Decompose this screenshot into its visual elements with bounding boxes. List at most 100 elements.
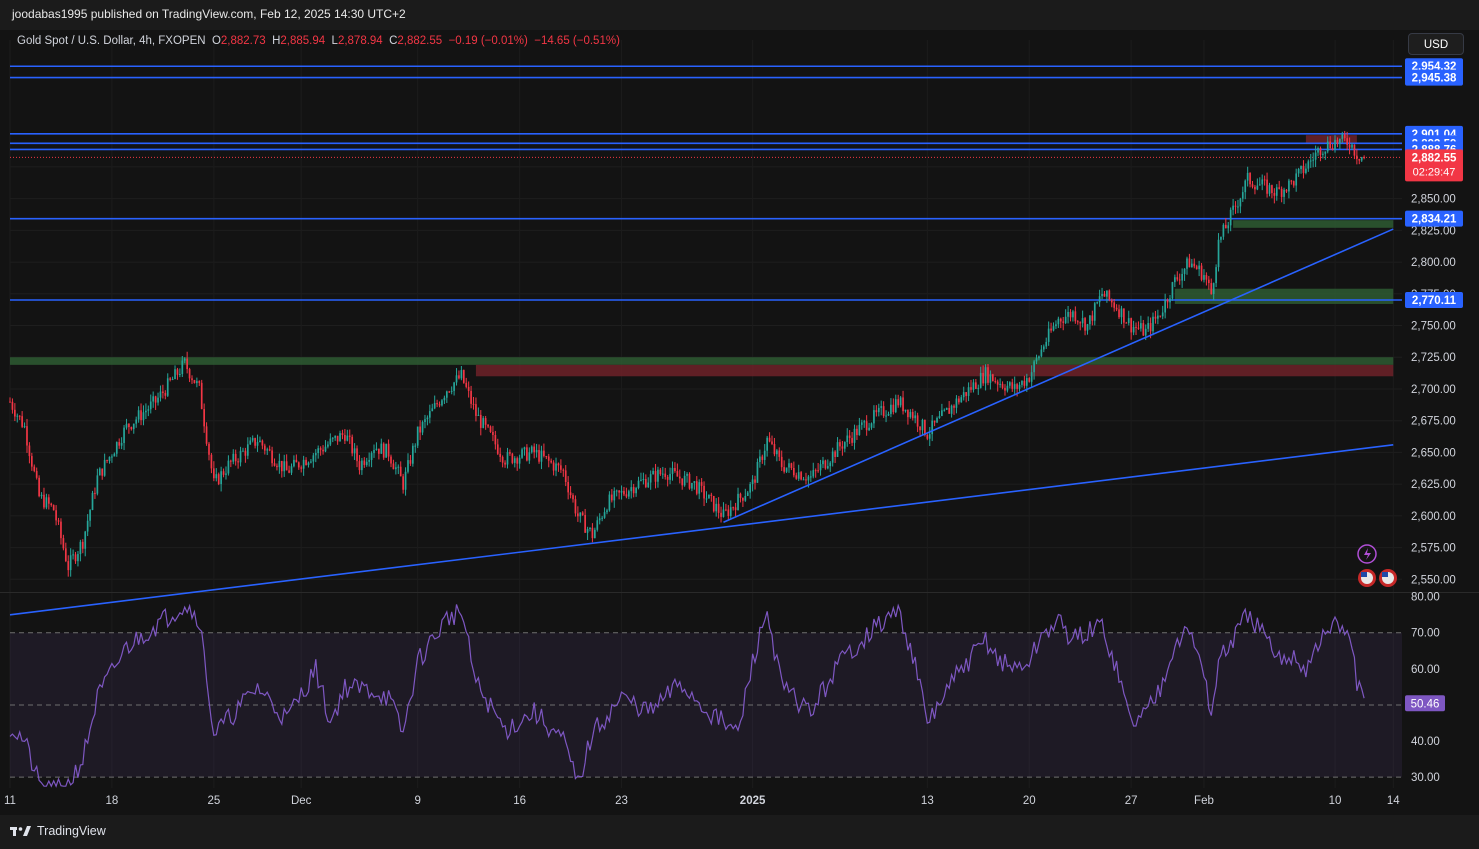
candle-up — [450, 390, 453, 392]
candle-up — [513, 458, 516, 463]
candle-up — [1295, 173, 1298, 186]
candle-down — [526, 447, 528, 461]
candle-up — [361, 460, 363, 471]
candle-up — [171, 379, 174, 381]
brand-label: TradingView — [37, 824, 106, 838]
level-price-tag: 2,945.38 — [1412, 73, 1457, 85]
candle-up — [887, 413, 890, 416]
candle-down — [1103, 293, 1106, 297]
candle-down — [569, 492, 572, 496]
candle-up — [1229, 209, 1232, 226]
candle-down — [761, 456, 764, 460]
candle-down — [674, 467, 676, 472]
candle-up — [759, 456, 761, 463]
candle-up — [594, 529, 596, 539]
candle-down — [771, 441, 773, 445]
candle-down — [470, 390, 472, 404]
level-price-tag: 2,834.21 — [1412, 214, 1457, 226]
candle-up — [776, 450, 778, 455]
candle-down — [1348, 144, 1351, 148]
candle-up — [1241, 192, 1244, 199]
candle-up — [239, 450, 242, 463]
candle-up — [615, 490, 618, 492]
currency-button[interactable]: USD — [1408, 33, 1464, 55]
candle-down — [780, 456, 783, 468]
candle-down — [839, 442, 841, 447]
open-value: 2,882.73 — [220, 35, 266, 47]
candle-up — [353, 448, 356, 454]
candle-up — [877, 407, 880, 413]
candle-down — [263, 445, 266, 451]
symbol-name: Gold Spot / U.S. Dollar, 4h, FXOPEN — [17, 35, 206, 47]
candle-down — [188, 369, 191, 379]
candle-up — [397, 466, 400, 468]
candle-up — [637, 480, 640, 488]
candle-up — [79, 541, 82, 555]
candle-up — [860, 422, 863, 425]
candle-down — [926, 435, 929, 439]
candle-up — [826, 466, 829, 469]
candle-up — [317, 448, 320, 454]
candle-down — [1154, 316, 1157, 319]
candle-down — [581, 512, 584, 515]
candle-down — [1125, 322, 1128, 324]
candle-up — [1169, 298, 1171, 303]
candle-up — [649, 474, 652, 483]
candle-down — [288, 470, 290, 473]
candle-down — [472, 403, 475, 405]
candle-down — [533, 446, 536, 453]
candle-up — [945, 407, 948, 410]
candle-up — [1334, 139, 1336, 150]
candle-up — [152, 396, 155, 402]
candle-up — [914, 415, 917, 419]
candle-down — [720, 512, 722, 517]
candle-up — [1300, 165, 1302, 170]
candle-down — [623, 490, 625, 495]
candle-up — [613, 490, 616, 501]
candle-up — [960, 397, 963, 403]
tradingview-brand[interactable]: TradingView — [10, 824, 106, 838]
candle-up — [426, 417, 429, 420]
candle-up — [1013, 384, 1016, 389]
candle-up — [324, 446, 327, 452]
candle-down — [101, 468, 104, 476]
candle-down — [712, 495, 715, 512]
candle-up — [314, 453, 317, 456]
candle-down — [754, 479, 756, 483]
candle-up — [1190, 263, 1193, 268]
candle-down — [632, 487, 635, 494]
candle-down — [1329, 141, 1332, 149]
candle-down — [203, 409, 205, 427]
candle-down — [509, 452, 511, 454]
candle-down — [344, 435, 346, 441]
candle-down — [436, 403, 438, 405]
candle-down — [496, 444, 499, 454]
candle-down — [94, 492, 96, 494]
candle-up — [259, 440, 261, 443]
candle-up — [535, 449, 538, 453]
candle-up — [1174, 277, 1176, 283]
candle-down — [1224, 224, 1227, 229]
time-axis-label: 27 — [1125, 795, 1138, 807]
candle-down — [848, 435, 851, 438]
candle-down — [492, 431, 494, 435]
candle-down — [409, 460, 412, 464]
candle-up — [111, 456, 113, 458]
candle-down — [1266, 179, 1268, 194]
candle-up — [936, 417, 938, 423]
candle-up — [1161, 312, 1164, 317]
candle-up — [756, 462, 759, 483]
candle-down — [678, 476, 681, 479]
candle-up — [149, 401, 152, 410]
candle-down — [695, 481, 698, 494]
candle-down — [9, 401, 11, 403]
candle-down — [191, 378, 193, 381]
candle-up — [1164, 299, 1166, 313]
candle-down — [356, 448, 358, 462]
us-flag-canton — [1382, 572, 1388, 577]
chart-canvas[interactable]: 2,550.00 2,575.00 2,600.00 2,625.00 2,650.00… — [0, 0, 1479, 849]
time-axis-label: 14 — [1387, 795, 1400, 807]
candle-up — [1322, 153, 1324, 155]
candle-up — [627, 491, 630, 497]
candle-down — [208, 443, 210, 455]
